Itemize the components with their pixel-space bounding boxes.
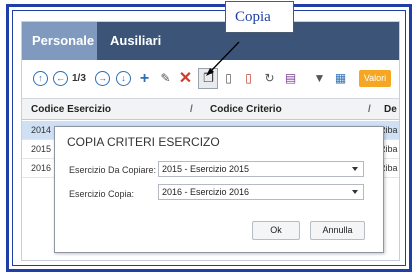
callout-arrow-icon	[206, 41, 240, 76]
